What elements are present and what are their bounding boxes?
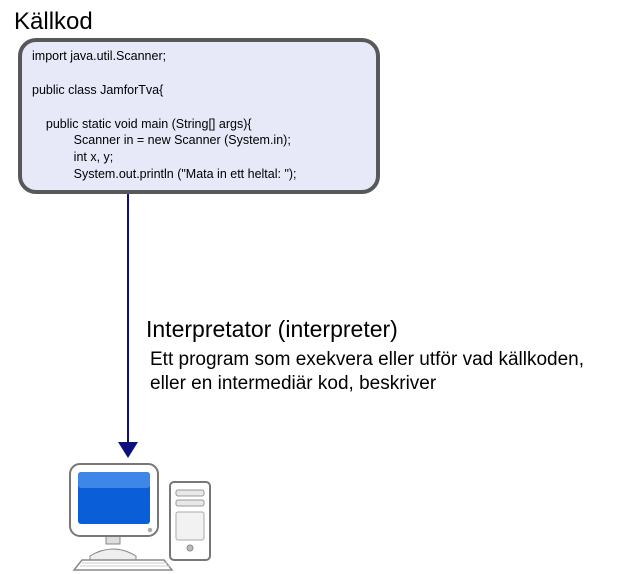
arrow-line xyxy=(127,194,129,444)
arrow-down xyxy=(118,194,138,458)
source-code-box: import java.util.Scanner; public class J… xyxy=(18,38,380,194)
computer-icon xyxy=(52,452,222,570)
source-code-title: Källkod xyxy=(14,8,93,36)
interpreter-description: Ett program som exekvera eller utför vad… xyxy=(150,348,620,396)
interpreter-title: Interpretator (interpreter) xyxy=(146,316,398,343)
